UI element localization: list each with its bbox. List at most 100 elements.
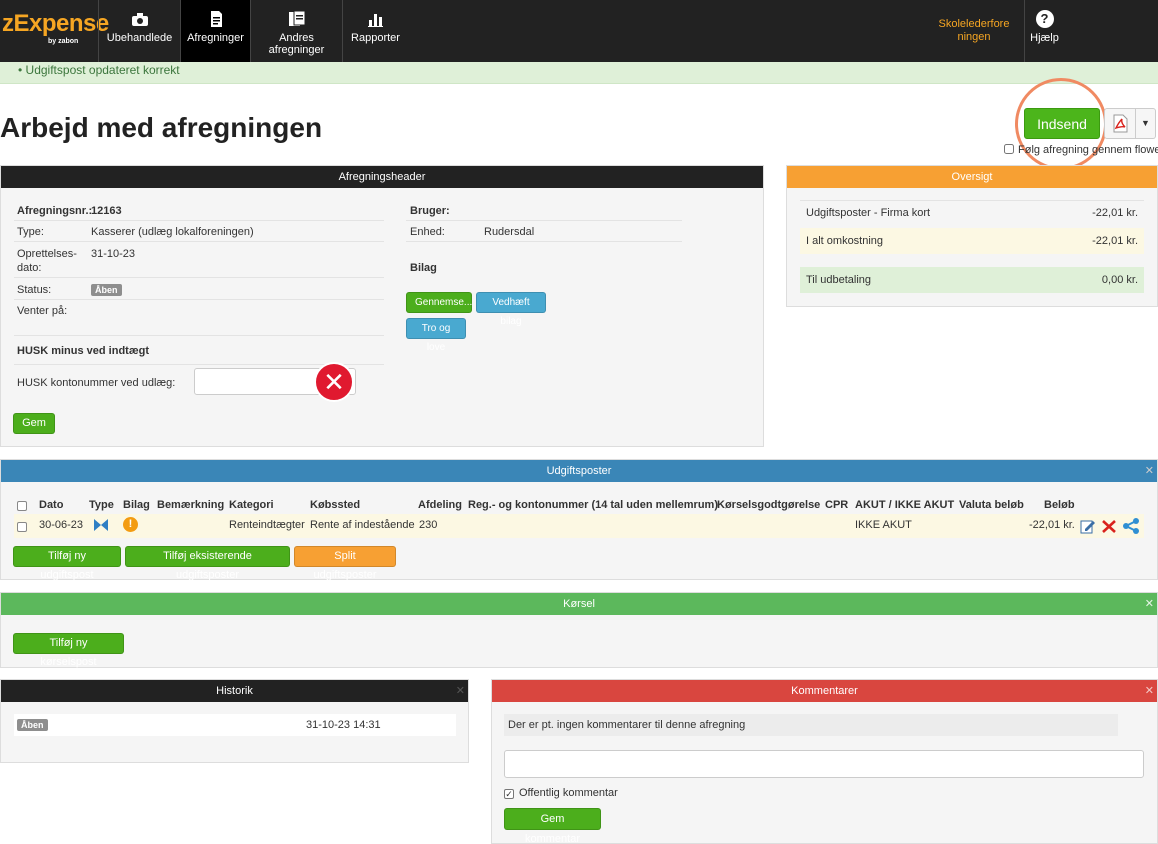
driving-title: Kørsel ✕ bbox=[1, 593, 1157, 615]
row-date: 30-06-23 bbox=[39, 519, 84, 531]
comments-title-text: Kommentarer bbox=[791, 685, 858, 697]
nav-label: Afregninger bbox=[187, 32, 244, 44]
col-header[interactable]: Bemærkning bbox=[157, 499, 224, 511]
save-header-button[interactable]: Gem bbox=[13, 413, 55, 434]
nav-item-ubehandlede[interactable]: Ubehandlede bbox=[98, 0, 180, 62]
public-comment-checkbox[interactable]: ✓ bbox=[504, 789, 514, 799]
select-all-checkbox[interactable] bbox=[17, 501, 27, 511]
actions-dropdown-toggle[interactable]: ▼ bbox=[1136, 108, 1156, 139]
attach-button[interactable]: Vedhæft bilag bbox=[476, 292, 546, 327]
overview-row-value: 0,00 kr. bbox=[1101, 274, 1138, 286]
row-urgency: IKKE AKUT bbox=[855, 519, 912, 531]
top-nav: zExpense by zabon Ubehandlede Afregninge… bbox=[0, 0, 1158, 62]
col-header[interactable]: Valuta beløb bbox=[959, 499, 1024, 511]
help-link[interactable]: ? Hjælp bbox=[1024, 0, 1064, 62]
bar-chart-icon bbox=[367, 14, 383, 27]
col-header[interactable]: AKUT / IKKE AKUT bbox=[855, 499, 954, 511]
overview-row-label: Udgiftsposter - Firma kort bbox=[806, 207, 931, 219]
nav-label: Andres afregninger bbox=[268, 32, 325, 56]
app-logo[interactable]: zExpense by zabon bbox=[0, 10, 109, 50]
header-panel-title: Afregningsheader bbox=[1, 166, 763, 188]
history-status-badge: Åben bbox=[17, 719, 48, 731]
page-title: Arbejd med afregningen bbox=[0, 112, 323, 143]
row-category: Renteindtægter bbox=[229, 519, 305, 531]
row-checkbox[interactable] bbox=[17, 522, 27, 532]
col-header[interactable]: CPR bbox=[825, 499, 848, 511]
divider bbox=[14, 277, 384, 278]
close-icon[interactable]: ✕ bbox=[1145, 593, 1154, 615]
app-byline: by zabon bbox=[48, 38, 79, 45]
help-icon: ? bbox=[1035, 10, 1054, 28]
oath-button[interactable]: Tro og love bbox=[406, 318, 466, 353]
divider bbox=[14, 335, 384, 336]
card-type-icon bbox=[94, 519, 108, 531]
add-existing-expenses-button[interactable]: Tilføj eksisterende udgiftsposter bbox=[125, 546, 290, 581]
created-value: 31-10-23 bbox=[91, 248, 136, 260]
org-link[interactable]: Skolelederforeningen bbox=[934, 0, 1014, 62]
col-header[interactable]: Kategori bbox=[229, 499, 274, 511]
driving-title-text: Kørsel bbox=[563, 598, 595, 610]
flash-text: Udgiftspost opdateret korrekt bbox=[25, 63, 180, 77]
documents-stack-icon bbox=[288, 10, 305, 26]
created-label-line2: dato: bbox=[17, 262, 42, 274]
edit-icon[interactable] bbox=[1080, 518, 1096, 534]
col-header[interactable]: Kørselsgodtgørelse bbox=[717, 499, 820, 511]
col-header[interactable]: Købssted bbox=[310, 499, 360, 511]
flash-message: • Udgiftspost opdateret korrekt bbox=[0, 62, 1158, 84]
warning-icon[interactable]: ! bbox=[123, 517, 138, 532]
unit-value: Rudersdal bbox=[484, 226, 535, 238]
expenses-title-text: Udgiftsposter bbox=[546, 465, 612, 477]
nav-item-afregninger[interactable]: Afregninger bbox=[180, 0, 250, 62]
save-comment-button[interactable]: Gem kommentar bbox=[504, 808, 601, 844]
divider bbox=[406, 241, 682, 242]
close-icon[interactable]: ✕ bbox=[456, 680, 465, 702]
close-icon[interactable]: ✕ bbox=[1145, 460, 1154, 482]
nav-item-rapporter[interactable]: Rapporter bbox=[342, 0, 408, 62]
divider bbox=[14, 220, 384, 221]
waiting-label: Venter på: bbox=[17, 305, 68, 317]
public-comment-text: Offentlig kommentar bbox=[519, 787, 618, 799]
document-icon bbox=[210, 11, 222, 27]
overview-title: Oversigt bbox=[787, 166, 1157, 188]
share-icon[interactable] bbox=[1122, 517, 1140, 535]
pdf-button[interactable] bbox=[1104, 108, 1136, 139]
add-expense-button[interactable]: Tilføj ny udgiftspost bbox=[13, 546, 121, 581]
col-header[interactable]: Dato bbox=[39, 499, 63, 511]
add-driving-button[interactable]: Tilføj ny kørselspost bbox=[13, 633, 124, 668]
help-label: Hjælp bbox=[1030, 32, 1059, 44]
overview-row-value: -22,01 kr. bbox=[1092, 235, 1138, 247]
col-header[interactable]: Afdeling bbox=[418, 499, 462, 511]
public-comment-label[interactable]: ✓ Offentlig kommentar bbox=[504, 787, 618, 799]
browse-button[interactable]: Gennemse... bbox=[406, 292, 472, 313]
overview-row-payout: Til udbetaling 0,00 kr. bbox=[800, 267, 1144, 293]
nav-item-andres-afregninger[interactable]: Andres afregninger bbox=[250, 0, 342, 62]
close-icon[interactable]: ✕ bbox=[1145, 680, 1154, 702]
overview-row-value: -22,01 kr. bbox=[1092, 207, 1138, 219]
flow-checkbox[interactable] bbox=[1004, 144, 1014, 154]
type-label: Type: bbox=[17, 226, 44, 238]
account-label: HUSK kontonummer ved udlæg: bbox=[17, 377, 176, 389]
comments-title: Kommentarer ✕ bbox=[492, 680, 1157, 702]
unit-label: Enhed: bbox=[410, 226, 445, 238]
col-header[interactable]: Reg.- og kontonummer (14 tal uden mellem… bbox=[468, 499, 718, 511]
expenses-title: Udgiftsposter ✕ bbox=[1, 460, 1157, 482]
reminder-text: HUSK minus ved indtægt bbox=[17, 345, 150, 357]
flow-label: Følg afregning gennem flowet bbox=[1018, 144, 1158, 156]
error-x-icon: ✕ bbox=[314, 362, 354, 402]
col-header[interactable]: Type bbox=[89, 499, 114, 511]
history-title-text: Historik bbox=[216, 685, 253, 697]
pdf-icon bbox=[1113, 114, 1128, 133]
flow-checkbox-label[interactable]: Følg afregning gennem flowet bbox=[1004, 144, 1158, 156]
nav-label: Rapporter bbox=[351, 32, 400, 44]
delete-icon[interactable] bbox=[1101, 518, 1117, 534]
col-header[interactable]: Bilag bbox=[123, 499, 150, 511]
row-store: Rente af indestående bbox=[310, 519, 415, 531]
table-row[interactable] bbox=[14, 514, 1144, 538]
split-expenses-button[interactable]: Split udgiftsposter bbox=[294, 546, 396, 581]
comment-textarea[interactable] bbox=[504, 750, 1144, 778]
highlight-ring bbox=[1015, 78, 1107, 170]
col-header[interactable]: Beløb bbox=[1044, 499, 1075, 511]
status-label: Status: bbox=[17, 284, 52, 296]
settlement-number-label: Afregningsnr.: bbox=[17, 205, 93, 217]
flash-bullet: • bbox=[18, 63, 26, 77]
